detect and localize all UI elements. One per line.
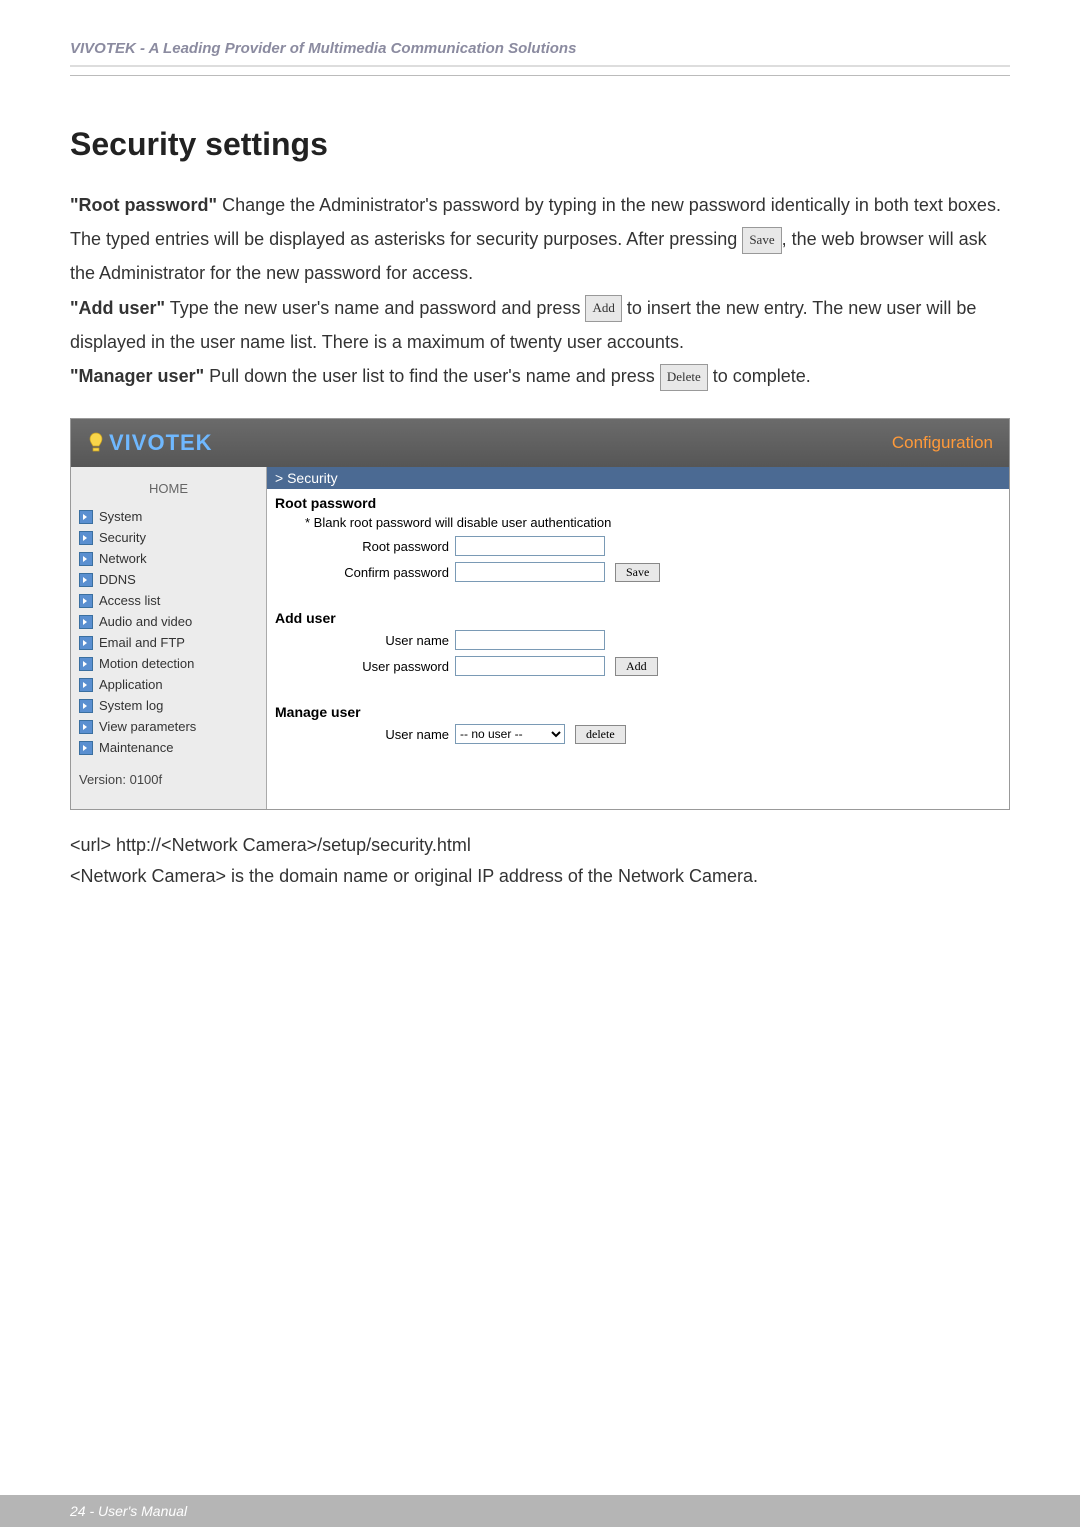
sidebar-item-maintenance[interactable]: Maintenance [77,737,260,758]
delete-button[interactable]: delete [575,725,626,744]
sidebar-item-system-log[interactable]: System log [77,695,260,716]
user-password-label: User password [275,659,455,674]
configuration-label[interactable]: Configuration [892,433,993,453]
logo-text: VIVOTEK [109,430,213,456]
vivotek-logo: VIVOTEK [87,430,213,456]
manage-user-heading: Manage user [275,704,1001,720]
sidebar-item-label: System log [99,698,163,713]
arrow-icon [79,636,93,650]
root-password-lead: "Root password" [70,195,217,215]
user-name-input[interactable] [455,630,605,650]
arrow-icon [79,573,93,587]
sidebar-item-label: Application [99,677,163,692]
arrow-icon [79,594,93,608]
manage-user-name-label: User name [275,727,455,742]
user-password-input[interactable] [455,656,605,676]
sidebar-item-access-list[interactable]: Access list [77,590,260,611]
save-button[interactable]: Save [615,563,660,582]
page-header: VIVOTEK - A Leading Provider of Multimed… [70,40,1010,67]
root-password-heading: Root password [275,495,1001,511]
user-name-label: User name [275,633,455,648]
nav-home[interactable]: HOME [77,475,260,506]
root-password-note: * Blank root password will disable user … [275,515,1001,530]
sidebar-item-label: DDNS [99,572,136,587]
arrow-icon [79,615,93,629]
arrow-icon [79,741,93,755]
screenshot-panel: VIVOTEK Configuration HOME System Securit… [70,418,1010,810]
add-button[interactable]: Add [615,657,658,676]
sidebar-item-label: System [99,509,142,524]
arrow-icon [79,720,93,734]
sidebar-item-label: Audio and video [99,614,192,629]
page-title: Security settings [70,126,1010,163]
confirm-password-input[interactable] [455,562,605,582]
root-password-input[interactable] [455,536,605,556]
delete-button-inline: Delete [660,364,708,391]
bulb-icon [87,431,105,455]
sidebar-item-motion-detection[interactable]: Motion detection [77,653,260,674]
arrow-icon [79,678,93,692]
sidebar-item-label: Motion detection [99,656,194,671]
arrow-icon [79,510,93,524]
screenshot-header: VIVOTEK Configuration [71,419,1009,467]
url-line: <url> http://<Network Camera>/setup/secu… [70,830,1010,861]
header-divider [70,75,1010,76]
arrow-icon [79,699,93,713]
sidebar-item-application[interactable]: Application [77,674,260,695]
sidebar-item-label: Email and FTP [99,635,185,650]
user-select[interactable]: -- no user -- [455,724,565,744]
sidebar-item-label: Network [99,551,147,566]
manager-user-lead: "Manager user" [70,366,204,386]
sidebar-item-network[interactable]: Network [77,548,260,569]
sidebar-item-email-and-ftp[interactable]: Email and FTP [77,632,260,653]
arrow-icon [79,552,93,566]
add-user-lead: "Add user" [70,298,165,318]
sidebar-item-ddns[interactable]: DDNS [77,569,260,590]
sidebar-item-label: Maintenance [99,740,173,755]
breadcrumb: > Security [267,467,1009,489]
add-button-inline: Add [585,295,621,322]
main-panel: > Security Root password * Blank root pa… [266,467,1009,809]
save-button-inline: Save [742,227,781,254]
url-note: <Network Camera> is the domain name or o… [70,861,1010,892]
sidebar-item-label: Security [99,530,146,545]
version-text: Version: 0100f [77,758,260,801]
sidebar-item-security[interactable]: Security [77,527,260,548]
arrow-icon [79,531,93,545]
sidebar: HOME System Security Network DDNS Access lis… [71,467,266,809]
add-user-heading: Add user [275,610,1001,626]
sidebar-item-audio-and-video[interactable]: Audio and video [77,611,260,632]
description-text: "Root password" Change the Administrator… [70,188,1010,393]
root-password-label: Root password [275,539,455,554]
sidebar-item-label: Access list [99,593,160,608]
confirm-password-label: Confirm password [275,565,455,580]
arrow-icon [79,657,93,671]
page-footer: 24 - User's Manual [0,1495,1080,1527]
sidebar-item-label: View parameters [99,719,196,734]
sidebar-item-system[interactable]: System [77,506,260,527]
sidebar-item-view-parameters[interactable]: View parameters [77,716,260,737]
